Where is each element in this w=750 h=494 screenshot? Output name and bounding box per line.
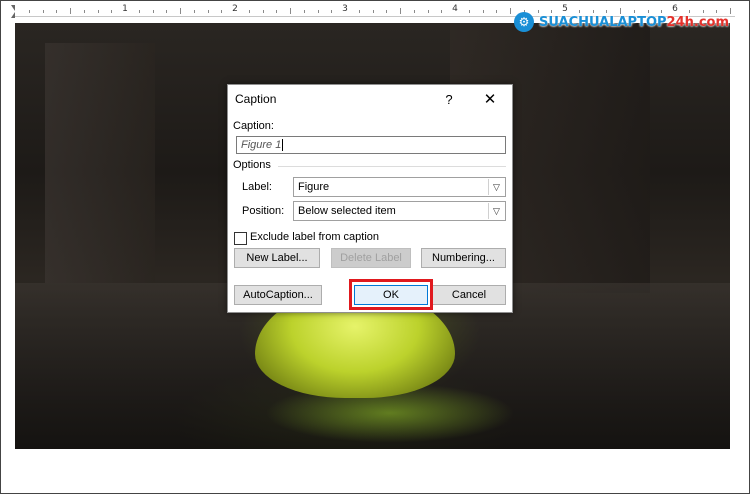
ruler-tick bbox=[358, 10, 360, 13]
ruler-tick bbox=[372, 10, 374, 13]
caption-field-label: Caption: bbox=[233, 120, 274, 132]
help-button[interactable]: ? bbox=[438, 89, 460, 109]
ruler-tick bbox=[730, 8, 731, 14]
ruler-tick bbox=[496, 10, 498, 13]
chevron-down-icon[interactable]: ▽ bbox=[488, 179, 504, 195]
ruler-tick bbox=[400, 8, 401, 14]
ruler-tick bbox=[262, 10, 264, 13]
ruler-tick bbox=[510, 8, 511, 14]
ruler-number: 4 bbox=[452, 4, 458, 14]
caption-input[interactable]: Figure 1 bbox=[236, 136, 506, 154]
ruler-tick bbox=[413, 10, 415, 13]
position-dropdown-value: Below selected item bbox=[298, 205, 396, 217]
delete-label-button: Delete Label bbox=[331, 248, 411, 268]
ruler-tick bbox=[317, 10, 319, 13]
chevron-down-icon[interactable]: ▽ bbox=[488, 203, 504, 219]
photo-background-wall bbox=[45, 43, 155, 283]
ruler-tick bbox=[207, 10, 209, 13]
dialog-title: Caption bbox=[235, 92, 277, 106]
ruler-tick bbox=[152, 10, 154, 13]
ruler-tick bbox=[111, 10, 113, 13]
position-field-label: Position: bbox=[242, 205, 285, 217]
ruler-number: 3 bbox=[342, 4, 348, 14]
label-dropdown[interactable]: Figure ▽ bbox=[293, 177, 506, 197]
ruler-tick bbox=[441, 10, 443, 13]
ruler-tick bbox=[303, 10, 305, 13]
document-page: 123456 ⚙ SUACHUALAPTOP 24h.com Caption ? … bbox=[0, 0, 750, 494]
options-group-label: Options bbox=[233, 159, 271, 171]
autocaption-button[interactable]: AutoCaption... bbox=[234, 285, 322, 305]
cancel-button[interactable]: Cancel bbox=[432, 285, 506, 305]
ruler-tick bbox=[221, 10, 223, 13]
ruler-tick bbox=[193, 10, 195, 13]
ruler-tick bbox=[180, 8, 181, 14]
ruler-tick bbox=[427, 10, 429, 13]
ruler-tick bbox=[468, 10, 470, 13]
ruler-tick bbox=[56, 10, 58, 13]
brand-watermark: ⚙ SUACHUALAPTOP 24h.com bbox=[513, 9, 729, 35]
ruler-tick bbox=[331, 10, 333, 13]
ruler-tick bbox=[276, 10, 278, 13]
ruler-tick bbox=[386, 10, 388, 13]
caption-input-value: Figure 1 bbox=[241, 139, 282, 151]
ok-button-highlight bbox=[349, 279, 433, 310]
numbering-button[interactable]: Numbering... bbox=[421, 248, 506, 268]
text-caret bbox=[282, 139, 284, 152]
ruler-tick bbox=[290, 8, 291, 14]
brand-name-part1: SUACHUALAPTOP bbox=[538, 14, 667, 30]
dialog-titlebar[interactable]: Caption ? ✕ bbox=[228, 85, 512, 113]
position-dropdown[interactable]: Below selected item ▽ bbox=[293, 201, 506, 221]
label-field-label: Label: bbox=[242, 181, 272, 193]
ruler-tick bbox=[482, 10, 484, 13]
exclude-label-text[interactable]: Exclude label from caption bbox=[250, 231, 379, 243]
label-dropdown-value: Figure bbox=[298, 181, 330, 193]
ruler-tick bbox=[166, 10, 168, 13]
close-button[interactable]: ✕ bbox=[478, 89, 502, 109]
ruler-tick bbox=[248, 10, 250, 13]
new-label-button[interactable]: New Label... bbox=[234, 248, 320, 268]
ruler-number: 1 bbox=[122, 4, 128, 14]
options-group-divider bbox=[278, 166, 506, 167]
exclude-label-checkbox[interactable] bbox=[234, 232, 247, 245]
caption-dialog: Caption ? ✕ Caption: Figure 1 Options La… bbox=[227, 84, 513, 313]
ruler-tick bbox=[70, 8, 71, 14]
ruler-tick bbox=[28, 10, 30, 13]
brand-name-part2: 24h.com bbox=[666, 14, 729, 30]
brand-logo-icon: ⚙ bbox=[513, 12, 534, 32]
ruler-tick bbox=[83, 10, 85, 13]
ruler-number: 2 bbox=[232, 4, 238, 14]
ruler-tick bbox=[97, 10, 99, 13]
ruler-tick bbox=[138, 10, 140, 13]
ruler-tick bbox=[42, 10, 44, 13]
